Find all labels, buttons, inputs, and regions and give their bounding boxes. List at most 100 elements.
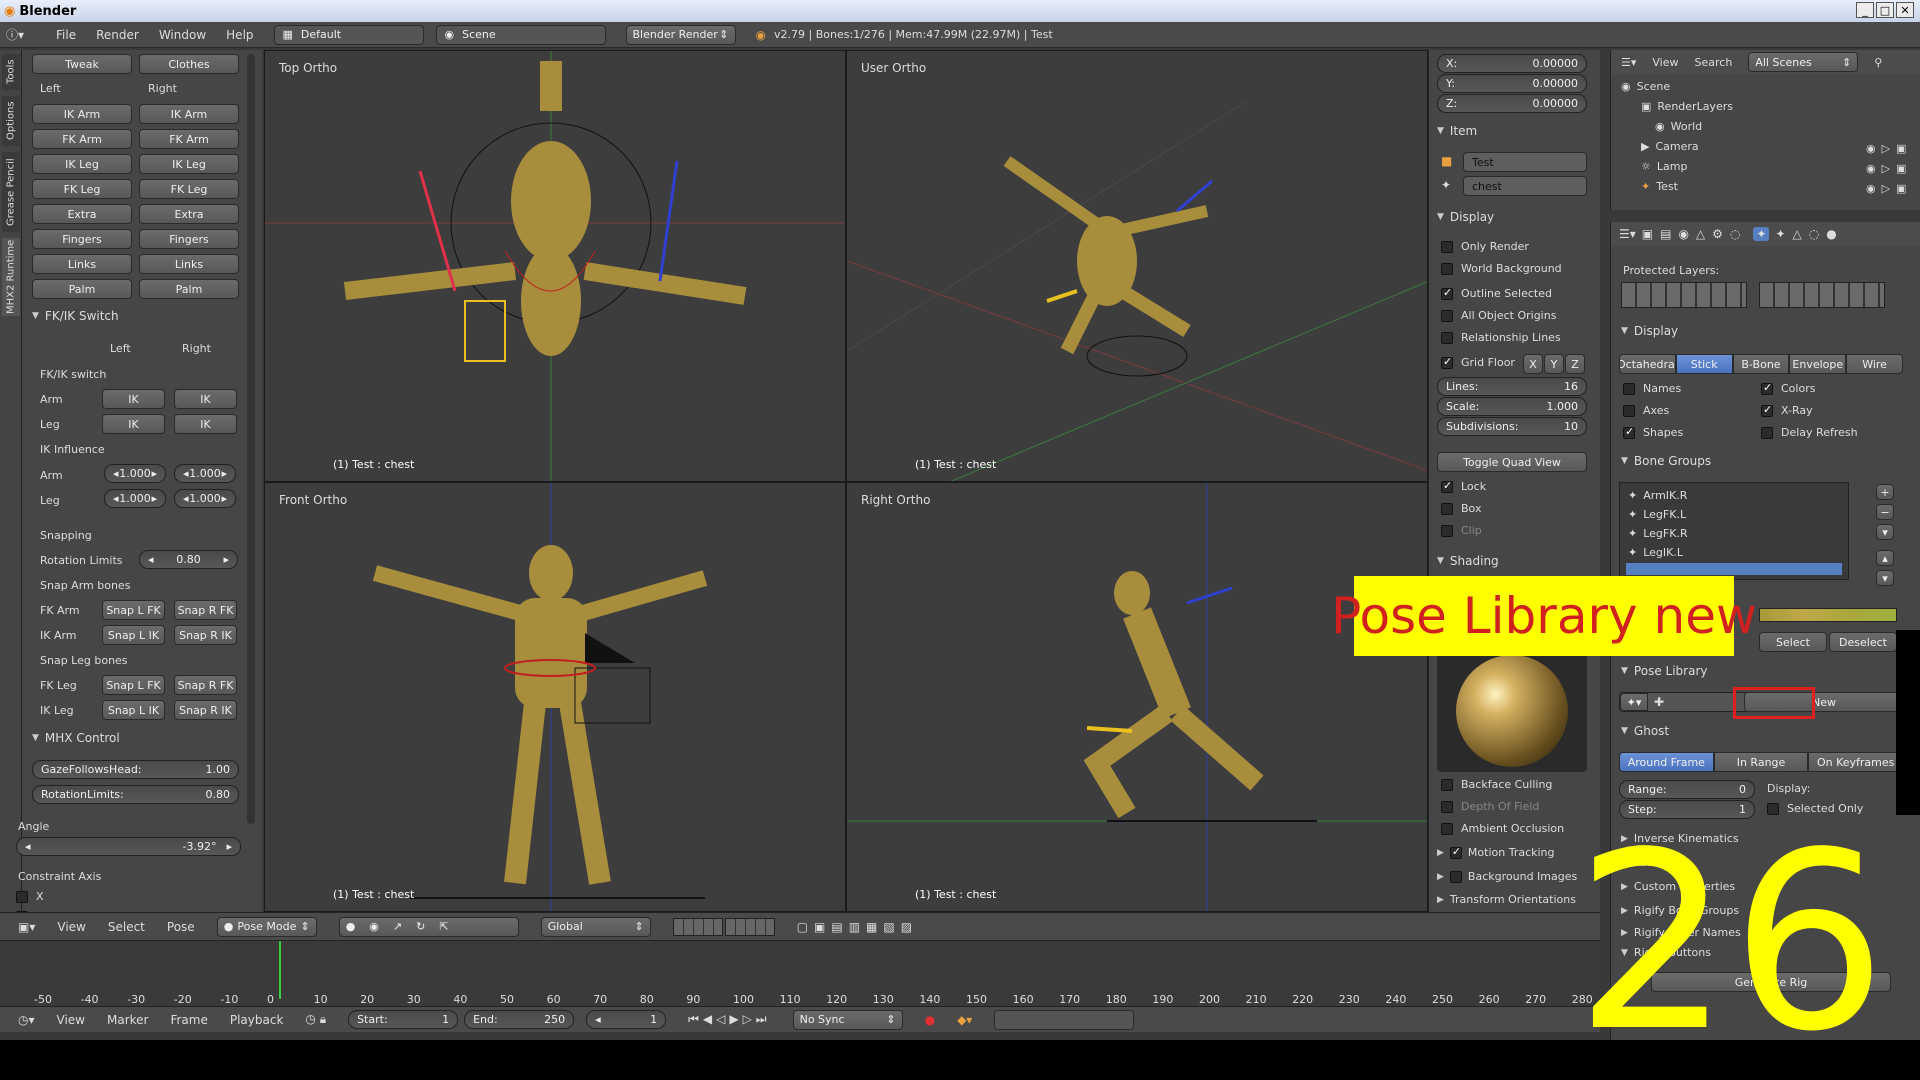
test-visibility-icons[interactable]: ◉▷▣	[1866, 182, 1912, 195]
protected-layers-left[interactable]	[1621, 282, 1747, 308]
right-fingers-button[interactable]: Fingers	[139, 229, 239, 249]
object-name-field[interactable]: Test	[1463, 152, 1587, 172]
transform-orientation-selector[interactable]: Global ⇕	[540, 916, 651, 937]
grid-scale-field[interactable]: Scale: 1.000	[1437, 397, 1587, 416]
timeline-menu-frame[interactable]: Frame	[170, 1013, 207, 1027]
viewport-front-ortho[interactable]: Front Ortho (1) Test : chest	[264, 482, 846, 912]
screen-layout-selector[interactable]: ▦ Default	[273, 24, 424, 45]
viewport-user-ortho[interactable]: User Ortho (1) Test : chest	[846, 50, 1428, 482]
menu-pose[interactable]: Pose	[167, 920, 195, 934]
location-z-field[interactable]: Z: 0.00000	[1437, 94, 1587, 113]
background-images-panel-header[interactable]: ▶ Background Images	[1437, 870, 1577, 883]
menu-file[interactable]: File	[56, 28, 76, 42]
fkik-switch-panel-header[interactable]: ▼ FK/IK Switch	[32, 309, 119, 323]
properties-context-tabs[interactable]: ▣▤◉△⚙◌	[1642, 227, 1748, 241]
right-fk-leg-button[interactable]: FK Leg	[139, 179, 239, 199]
outliner-item-world[interactable]: ◉ World	[1655, 120, 1702, 133]
names-checkbox[interactable]: Names	[1623, 382, 1681, 395]
only-render-checkbox[interactable]: Only Render	[1441, 240, 1529, 253]
maximize-icon[interactable]: □	[1876, 2, 1894, 18]
more-context-tabs[interactable]: ✦△◌●	[1775, 227, 1843, 241]
left-links-button[interactable]: Links	[32, 254, 132, 274]
bone-groups-panel-header[interactable]: ▼ Bone Groups	[1621, 454, 1711, 468]
right-fk-arm-button[interactable]: FK Arm	[139, 129, 239, 149]
snap-icons[interactable]: ▢▣▤▥▦▧▨	[797, 920, 918, 934]
outline-selected-checkbox[interactable]: Outline Selected	[1441, 286, 1552, 300]
left-fk-leg-button[interactable]: FK Leg	[32, 179, 132, 199]
location-x-field[interactable]: X: 0.00000	[1437, 54, 1587, 73]
keying-set-field[interactable]	[994, 1009, 1135, 1030]
all-object-origins-checkbox[interactable]: All Object Origins	[1441, 309, 1556, 322]
leg-right-ik-button[interactable]: IK	[174, 414, 237, 434]
remove-group-icon[interactable]: −	[1876, 504, 1894, 520]
outliner-menu-search[interactable]: Search	[1695, 56, 1733, 69]
arm-right-influence-field[interactable]: ◂ 1.000 ▸	[174, 464, 236, 483]
editor-type-3d-icon[interactable]: ▣▾	[18, 920, 35, 934]
group-specials-icon[interactable]: ▾	[1876, 524, 1894, 540]
shading-panel-header[interactable]: ▼ Shading	[1437, 554, 1499, 568]
preview-range-icon[interactable]: ◷ 🔒︎	[305, 1012, 326, 1027]
tab-mhx2-runtime[interactable]: MHX2 Runtime	[2, 238, 20, 316]
timeline-menu-view[interactable]: View	[57, 1013, 85, 1027]
outliner-item-renderlayers[interactable]: ▣ RenderLayers	[1641, 100, 1733, 113]
mhx-control-panel-header[interactable]: ▼ MHX Control	[32, 731, 120, 745]
ghost-on-keyframes-tab[interactable]: On Keyframes	[1808, 752, 1904, 772]
pose-library-browse-icon[interactable]: ✦▾	[1620, 693, 1648, 711]
close-icon[interactable]: ✕	[1896, 2, 1914, 18]
quad-lock-checkbox[interactable]: Lock	[1441, 479, 1486, 493]
snap-r-fk-arm-button[interactable]: Snap R FK	[174, 600, 237, 620]
grid-z-toggle[interactable]: Z	[1565, 354, 1585, 374]
transform-orientations-panel-header[interactable]: ▶ Transform Orientations	[1437, 893, 1576, 906]
ghost-in-range-tab[interactable]: In Range	[1713, 752, 1809, 772]
selected-bone-group-row[interactable]	[1626, 563, 1842, 575]
xray-checkbox[interactable]: X-Ray	[1761, 403, 1813, 417]
bone-group-deselect-button[interactable]: Deselect	[1829, 632, 1897, 652]
snap-l-fk-leg-button[interactable]: Snap L FK	[102, 675, 165, 695]
list-item[interactable]: ✦ LegIK.L	[1620, 540, 1848, 559]
left-fingers-button[interactable]: Fingers	[32, 229, 132, 249]
world-background-checkbox[interactable]: World Background	[1441, 262, 1562, 275]
menu-help[interactable]: Help	[226, 28, 253, 42]
rotation-limits-mhx-field[interactable]: RotationLimits: 0.80	[32, 785, 239, 804]
left-ik-arm-button[interactable]: IK Arm	[32, 104, 132, 124]
tab-grease-pencil[interactable]: Grease Pencil	[2, 152, 20, 232]
left-extra-button[interactable]: Extra	[32, 204, 132, 224]
start-frame-field[interactable]: Start: 1	[348, 1010, 459, 1029]
backface-culling-checkbox[interactable]: Backface Culling	[1441, 778, 1552, 791]
render-engine-selector[interactable]: Blender Render ⇕	[625, 24, 736, 45]
pose-library-panel-header[interactable]: ▼ Pose Library	[1621, 664, 1707, 678]
gaze-follows-head-field[interactable]: GazeFollowsHead: 1.00	[32, 760, 239, 779]
location-y-field[interactable]: Y: 0.00000	[1437, 74, 1587, 93]
snap-r-ik-arm-button[interactable]: Snap R IK	[174, 625, 237, 645]
lamp-visibility-icons[interactable]: ◉▷▣	[1866, 162, 1912, 175]
menu-view[interactable]: View	[57, 920, 85, 934]
properties-editor-icon[interactable]: ☰▾	[1619, 227, 1636, 241]
colors-checkbox[interactable]: Colors	[1761, 381, 1815, 395]
viewport-right-ortho[interactable]: Right Ortho (1) Test : chest	[846, 482, 1428, 912]
tab-tools[interactable]: Tools	[2, 54, 20, 90]
timeline-area[interactable]: -50 -40 -30 -20 -10 0 10 20 30 40 50 60 70 80 90 100 110…	[0, 940, 1600, 1010]
add-group-icon[interactable]: +	[1876, 484, 1894, 500]
menu-select[interactable]: Select	[108, 920, 145, 934]
display-bbone-tab[interactable]: B-Bone	[1732, 354, 1790, 374]
grid-lines-field[interactable]: Lines: 16	[1437, 377, 1587, 396]
playback-controls[interactable]: ⏮◀◁▶▷⏭	[688, 1012, 771, 1027]
list-item[interactable]: ✦ ArmIK.R	[1620, 483, 1848, 502]
matcap-preview[interactable]	[1437, 650, 1587, 772]
outliner-item-camera[interactable]: ▶ Camera	[1641, 140, 1699, 153]
viewport-top-ortho[interactable]: Top Ortho (1) Test : chest	[264, 50, 846, 482]
outliner-menu-view[interactable]: View	[1652, 56, 1678, 69]
bone-groups-list[interactable]: ✦ ArmIK.R ✦ LegFK.L ✦ LegFK.R ✦ LegIK.L	[1619, 482, 1849, 580]
current-frame-field[interactable]: ◂ 1	[586, 1010, 667, 1029]
right-palm-button[interactable]: Palm	[139, 279, 239, 299]
tool-shelf-scrollbar[interactable]	[247, 54, 255, 824]
armature-display-panel-header[interactable]: ▼ Display	[1621, 324, 1678, 338]
ghost-panel-header[interactable]: ▼ Ghost	[1621, 724, 1669, 738]
leg-left-influence-field[interactable]: ◂ 1.000 ▸	[104, 489, 166, 508]
snap-l-ik-arm-button[interactable]: Snap L IK	[102, 625, 165, 645]
keying-set-icon[interactable]: ◆▾	[957, 1013, 972, 1027]
pose-library-add-icon[interactable]: ✚	[1654, 695, 1664, 709]
viewport-shading-tools[interactable]: ● ◉ ↗ ↻ ⇱	[338, 916, 519, 937]
right-extra-button[interactable]: Extra	[139, 204, 239, 224]
outliner-editor-icon[interactable]: ☰▾	[1621, 56, 1636, 69]
